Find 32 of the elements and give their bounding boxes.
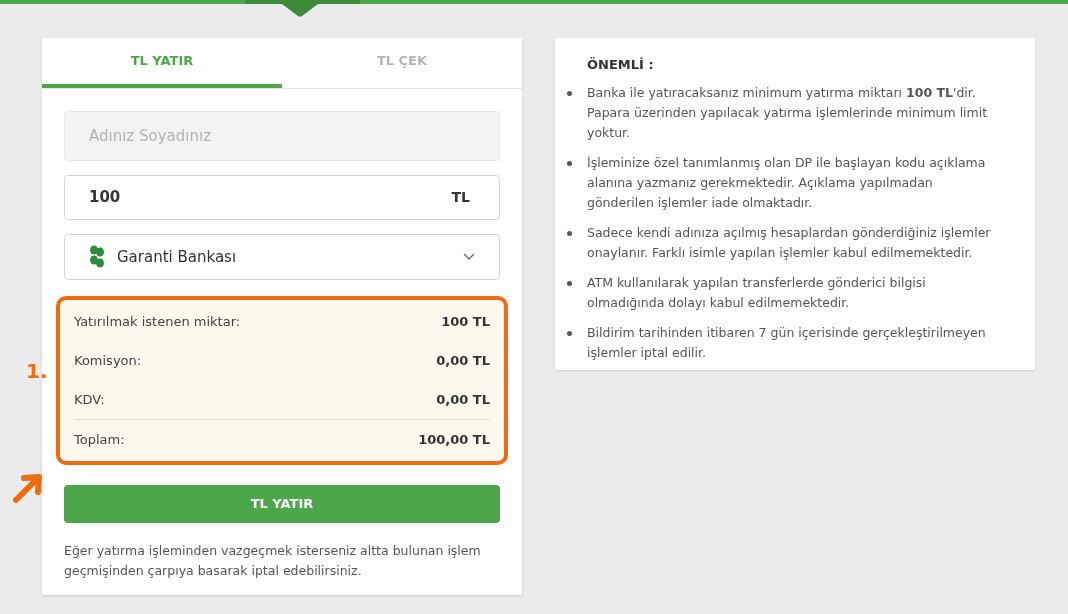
info-item: İşleminize özel tanımlanmış olan DP ile başlayan kodu açıklama alanına yazmanız gerekmektedir. Açıklama yapılmadan gönderilen işlemler iade olmaktadır. <box>587 153 987 212</box>
chevron-down-icon <box>463 253 475 261</box>
amount-value: 100 <box>89 187 121 209</box>
currency-label: TL <box>451 188 470 207</box>
deposit-button[interactable]: TL YATIR <box>64 485 500 523</box>
annotation-number: 1. <box>26 358 48 385</box>
summary-value: 0,00 TL <box>436 351 490 370</box>
bullet-icon <box>567 160 572 166</box>
bullet-icon <box>567 330 572 336</box>
bullet-icon <box>567 90 572 96</box>
cancel-note: Eğer yatırma işleminden vazgeçmek isterseniz altta bulunan işlem geçmişinden çarpıya basarak iptal edebilirsiniz. <box>64 542 482 580</box>
tab[interactable]: TL ÇEK <box>282 38 522 88</box>
tab[interactable]: TL YATIR <box>42 38 282 88</box>
summary-label: Komisyon: <box>74 351 142 370</box>
info-item: ATM kullanılarak yapılan transferlerde gönderici bilgisi olmadığında dolayı kabul edilmemektedir. <box>587 273 927 312</box>
info-item: Bildirim tarihinden itibaren 7 gün içerisinde gerçekleştirilmeyen işlemler iptal edilir. <box>587 323 987 362</box>
bullet-icon <box>567 280 572 286</box>
summary-label: KDV: <box>74 390 105 409</box>
name-field[interactable]: Adınız Soyadınız <box>64 111 500 161</box>
summary-value: 0,00 TL <box>436 390 490 409</box>
bullet-icon <box>567 230 572 236</box>
amount-field[interactable]: 100 TL <box>64 175 500 220</box>
bank-name: Garanti Bankası <box>117 246 238 268</box>
total-label: Toplam: <box>74 430 125 449</box>
total-value: 100,00 TL <box>418 430 490 449</box>
bank-select[interactable]: Garanti Bankası <box>64 234 500 280</box>
info-item: Banka ile yatıracaksanız minimum yatırma miktarı 100 TL'dir. Papara üzerinden yapılacak yatırma işlemlerinde minimum limit yoktur. <box>587 83 989 142</box>
info-item: Sadece kendi adınıza açılmış hesaplardan gönderdiğiniz işlemler onaylanır. Farklı isimle yapılan işlemler kabul edilmemektedir. <box>587 223 992 262</box>
clover-icon <box>89 245 105 269</box>
summary-label: Yatırılmak istenen miktar: <box>74 312 241 331</box>
summary-value: 100 TL <box>441 312 490 331</box>
info-title: ÖNEMLİ : <box>587 56 655 74</box>
